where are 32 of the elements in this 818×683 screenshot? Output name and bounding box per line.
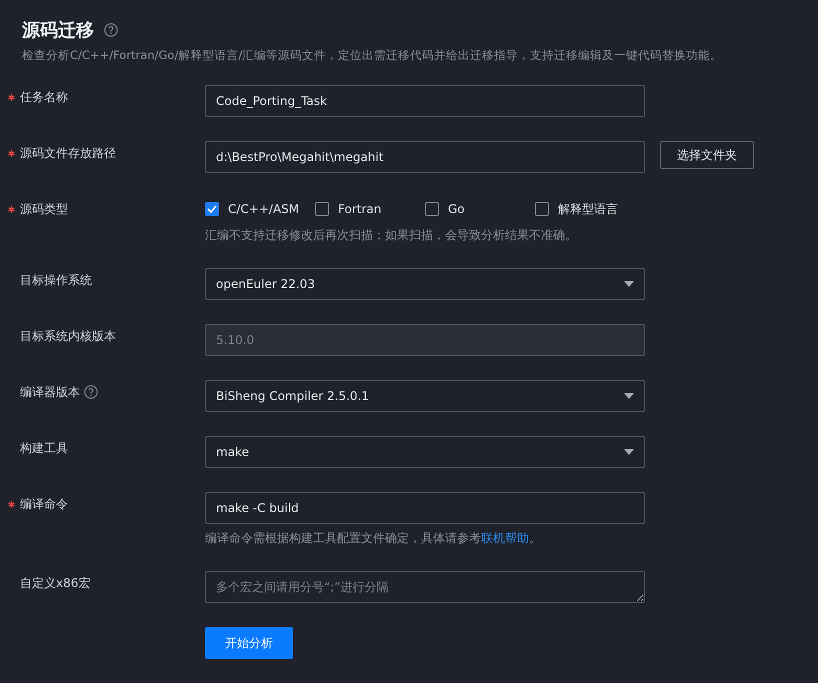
field-label: 目标系统内核版本 — [20, 328, 116, 344]
page-title: 源码迁移 — [22, 19, 94, 42]
checkbox[interactable]: 解释型语言 — [535, 200, 645, 218]
check-icon — [207, 205, 217, 213]
start-analysis-button[interactable]: 开始分析 — [205, 627, 293, 659]
checkbox[interactable]: Fortran — [315, 202, 425, 216]
hint-text: 编译命令需根据构建工具配置文件确定，具体请参考联机帮助。 — [205, 530, 542, 547]
checkbox[interactable]: Go — [425, 202, 535, 216]
choose-folder-button[interactable]: 选择文件夹 — [660, 141, 754, 169]
text-area[interactable]: 多个宏之间请用分号“;”进行分隔 — [205, 571, 645, 603]
field-label: 编译器版本 — [20, 384, 80, 400]
hint-text: 汇编不支持迁移修改后再次扫描；如果扫描，会导致分析结果不准确。 — [205, 227, 578, 244]
help-link[interactable]: 联机帮助 — [481, 531, 529, 545]
caret-icon — [624, 449, 634, 455]
text-field[interactable]: d:\BestPro\Megahit\megahit — [205, 141, 645, 173]
field-label: 编译命令 — [20, 496, 68, 512]
dropdown-field[interactable]: BiSheng Compiler 2.5.0.1 — [205, 380, 645, 412]
page-description: 检查分析C/C++/Fortran/Go/解释型语言/汇编等源码文件，定位出需迁移代码并给出迁移指导，支持迁移编辑及一键代码替换功能。 — [21, 48, 724, 63]
dropdown-field[interactable]: make — [205, 436, 645, 468]
text-field[interactable]: Code_Porting_Task — [205, 85, 645, 117]
caret-icon — [624, 281, 634, 287]
caret-icon — [624, 393, 634, 399]
field-label: 目标操作系统 — [20, 272, 92, 288]
field-label: 构建工具 — [20, 440, 68, 456]
field-label: 源码类型 — [20, 200, 68, 218]
text-field[interactable]: make -C build — [205, 492, 645, 524]
dropdown-field[interactable]: openEuler 22.03 — [205, 268, 645, 300]
field-label: 自定义x86宏 — [20, 574, 90, 592]
field-label: 源码文件存放路径 — [20, 144, 116, 162]
field-label: 任务名称 — [20, 88, 68, 106]
help-icon — [104, 23, 118, 37]
checkbox[interactable]: C/C++/ASM — [205, 202, 315, 216]
